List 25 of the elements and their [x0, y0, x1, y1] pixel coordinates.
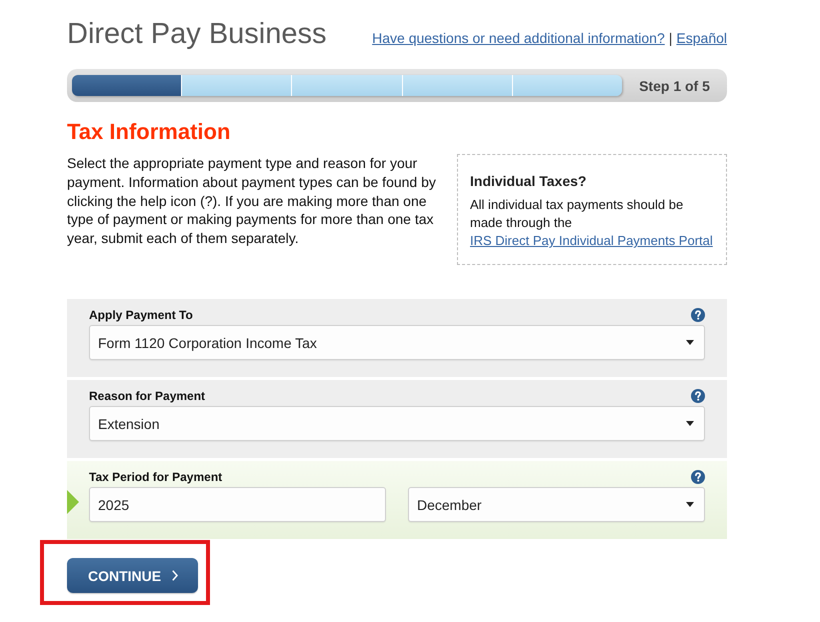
continue-button[interactable]: CONTINUE: [67, 558, 198, 593]
aside-text: All individual tax payments should be made through the IRS Direct Pay Individual Payments Portal: [470, 196, 714, 250]
chevron-right-icon: [172, 570, 178, 581]
help-link[interactable]: Have questions or need additional information?: [372, 30, 665, 46]
caret-icon: [686, 502, 694, 507]
dropdown[interactable]: Extension: [89, 406, 705, 441]
section-heading: Tax Information: [67, 119, 232, 145]
dropdown[interactable]: December: [408, 487, 705, 522]
text-field[interactable]: 2025: [89, 487, 386, 522]
field-label: Reason for Payment: [89, 389, 206, 403]
page-title: Direct Pay Business: [67, 17, 326, 51]
caret-icon: [686, 421, 694, 426]
info-box-title: Individual Taxes?: [470, 172, 588, 190]
dropdown[interactable]: Form 1120 Corporation Income Tax: [89, 325, 705, 360]
help-icon[interactable]: [691, 308, 705, 322]
field-label: Tax Period for Payment: [89, 470, 222, 484]
help-icon[interactable]: [691, 470, 705, 484]
language-link[interactable]: Español: [676, 30, 727, 46]
intro-paragraph: Select the appropriate payment type and reason for your payment. Information about payment types can be found by clicking the help icon (?). If you are making more than one type of payment or making payments for more than one tax year, submit each of them separately.: [67, 154, 437, 248]
help-icon[interactable]: [691, 389, 705, 403]
field-label: Apply Payment To: [89, 308, 193, 322]
portal-link[interactable]: IRS Direct Pay Individual Payments Portal: [470, 233, 713, 248]
caret-icon: [686, 340, 694, 345]
step-label: Step 1 of 5: [638, 78, 711, 94]
link-separator: |: [668, 30, 672, 46]
